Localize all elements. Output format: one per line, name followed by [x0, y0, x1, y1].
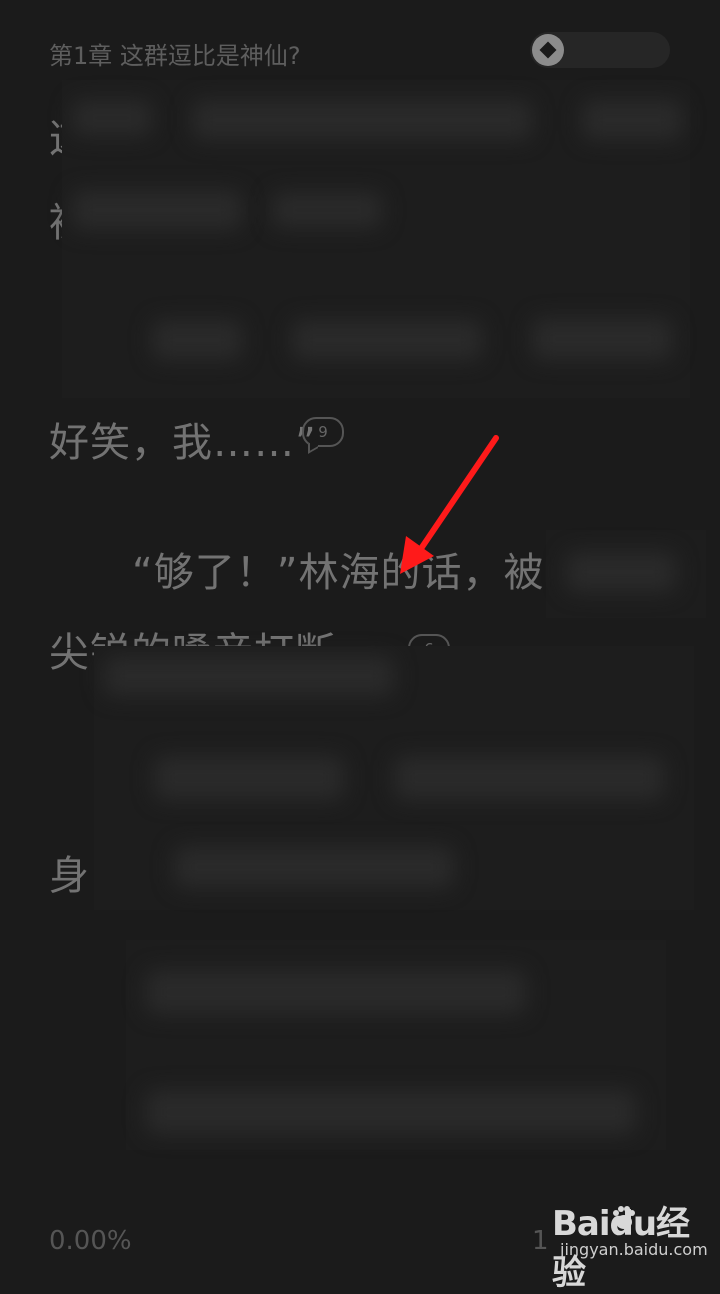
auto-read-toggle[interactable]: [530, 32, 670, 68]
redacted-region: [546, 530, 706, 618]
redacted-region: [94, 646, 694, 910]
chapter-title: 第1章 这群逗比是神仙?: [49, 42, 301, 70]
reading-progress: 0.00%: [49, 1226, 132, 1256]
text-line-3: 好笑，我……”: [49, 410, 317, 468]
paw-logo-icon: [613, 1206, 635, 1229]
text-line-6: 身: [49, 853, 90, 899]
watermark-url: jingyan.baidu.com: [560, 1240, 708, 1259]
toggle-knob-icon: [532, 34, 564, 66]
comment-badge[interactable]: 9: [302, 417, 344, 447]
redacted-region: [126, 940, 666, 1150]
text-line-3-text: 好笑，我……”: [49, 420, 317, 466]
annotation-arrow-icon: [400, 435, 499, 574]
baidu-jingyan-watermark: Baidu经验 jingyan.baidu.com: [552, 1196, 712, 1293]
page-indicator: 1: [532, 1226, 549, 1256]
redacted-region: [62, 80, 690, 398]
